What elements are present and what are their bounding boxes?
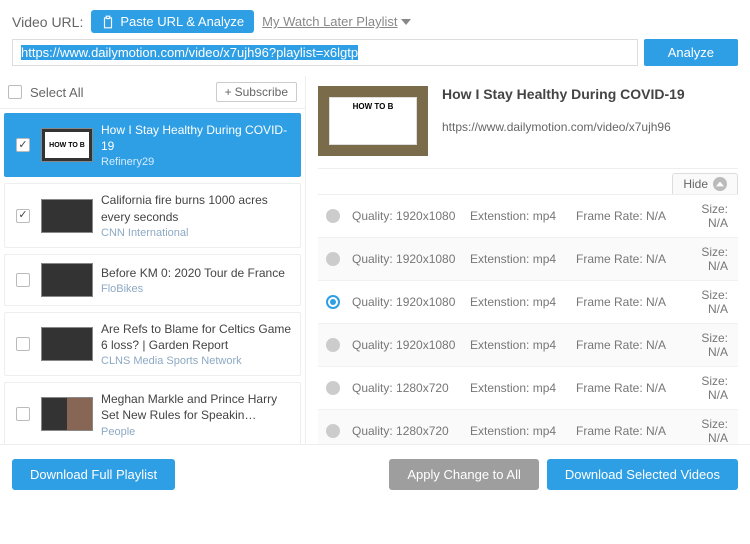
size-value: Size: N/A (684, 331, 734, 359)
video-thumbnail: HOW TO B (318, 86, 428, 156)
quality-value: Quality: 1920x1080 (352, 295, 470, 309)
item-thumbnail (41, 327, 93, 361)
plus-icon: + (225, 85, 232, 99)
item-channel: CLNS Media Sports Network (101, 355, 292, 367)
quality-row[interactable]: Quality: 1920x1080Extenstion: mp4Frame R… (318, 238, 738, 281)
quality-row[interactable]: Quality: 1920x1080Extenstion: mp4Frame R… (318, 195, 738, 238)
quality-radio[interactable] (326, 295, 340, 309)
framerate-value: Frame Rate: N/A (576, 252, 684, 266)
quality-value: Quality: 1920x1080 (352, 209, 470, 223)
list-item[interactable]: HOW TO B How I Stay Healthy During COVID-… (4, 113, 301, 177)
size-value: Size: N/A (684, 417, 734, 444)
quality-value: Quality: 1920x1080 (352, 252, 470, 266)
video-url: https://www.dailymotion.com/video/x7ujh9… (442, 120, 685, 134)
item-thumbnail (41, 397, 93, 431)
url-input[interactable]: https://www.dailymotion.com/video/x7ujh9… (12, 39, 638, 66)
list-item[interactable]: Before KM 0: 2020 Tour de France FloBikes (4, 254, 301, 306)
quality-radio[interactable] (326, 252, 340, 266)
quality-row[interactable]: Quality: 1280x720Extenstion: mp4Frame Ra… (318, 367, 738, 410)
paste-analyze-label: Paste URL & Analyze (120, 14, 244, 29)
select-all-checkbox[interactable] (8, 85, 22, 99)
extension-value: Extenstion: mp4 (470, 295, 576, 309)
quality-radio[interactable] (326, 424, 340, 438)
quality-radio[interactable] (326, 338, 340, 352)
thumbnail-text: HOW TO B (45, 132, 89, 158)
item-checkbox[interactable] (16, 273, 30, 287)
chevron-down-icon (401, 17, 411, 27)
watch-later-label: My Watch Later Playlist (262, 14, 397, 29)
item-thumbnail (41, 263, 93, 297)
quality-radio[interactable] (326, 381, 340, 395)
item-thumbnail: HOW TO B (41, 128, 93, 162)
hide-button[interactable]: Hide (672, 173, 738, 194)
download-playlist-button[interactable]: Download Full Playlist (12, 459, 175, 490)
quality-list: Quality: 1920x1080Extenstion: mp4Frame R… (318, 194, 738, 444)
item-checkbox[interactable] (16, 138, 30, 152)
quality-row[interactable]: Quality: 1280x720Extenstion: mp4Frame Ra… (318, 410, 738, 444)
paste-analyze-button[interactable]: Paste URL & Analyze (91, 10, 254, 33)
size-value: Size: N/A (684, 288, 734, 316)
extension-value: Extenstion: mp4 (470, 338, 576, 352)
item-channel: Refinery29 (101, 156, 292, 168)
quality-value: Quality: 1280x720 (352, 381, 470, 395)
url-input-value: https://www.dailymotion.com/video/x7ujh9… (21, 45, 358, 60)
item-checkbox[interactable] (16, 209, 30, 223)
quality-value: Quality: 1280x720 (352, 424, 470, 438)
size-value: Size: N/A (684, 202, 734, 230)
framerate-value: Frame Rate: N/A (576, 381, 684, 395)
subscribe-label: Subscribe (235, 85, 288, 99)
framerate-value: Frame Rate: N/A (576, 209, 684, 223)
thumbnail-text: HOW TO B (329, 97, 417, 145)
item-title: California fire burns 1000 acres every s… (101, 192, 292, 224)
hide-label: Hide (683, 177, 708, 191)
item-title: Are Refs to Blame for Celtics Game 6 los… (101, 321, 292, 353)
video-title: How I Stay Healthy During COVID-19 (442, 86, 685, 102)
chevron-up-icon (713, 177, 727, 191)
framerate-value: Frame Rate: N/A (576, 424, 684, 438)
quality-row[interactable]: Quality: 1920x1080Extenstion: mp4Frame R… (318, 281, 738, 324)
item-checkbox[interactable] (16, 337, 30, 351)
video-url-label: Video URL: (12, 14, 83, 30)
extension-value: Extenstion: mp4 (470, 381, 576, 395)
size-value: Size: N/A (684, 374, 734, 402)
select-all-label: Select All (30, 85, 216, 100)
quality-value: Quality: 1920x1080 (352, 338, 470, 352)
extension-value: Extenstion: mp4 (470, 252, 576, 266)
subscribe-button[interactable]: + Subscribe (216, 82, 297, 102)
extension-value: Extenstion: mp4 (470, 209, 576, 223)
list-item[interactable]: California fire burns 1000 acres every s… (4, 183, 301, 247)
item-checkbox[interactable] (16, 407, 30, 421)
framerate-value: Frame Rate: N/A (576, 295, 684, 309)
quality-row[interactable]: Quality: 1920x1080Extenstion: mp4Frame R… (318, 324, 738, 367)
download-selected-button[interactable]: Download Selected Videos (547, 459, 738, 490)
analyze-button[interactable]: Analyze (644, 39, 738, 66)
quality-radio[interactable] (326, 209, 340, 223)
size-value: Size: N/A (684, 245, 734, 273)
apply-all-button[interactable]: Apply Change to All (389, 459, 538, 490)
item-title: How I Stay Healthy During COVID-19 (101, 122, 292, 154)
clipboard-icon (101, 15, 115, 29)
list-item[interactable]: Meghan Markle and Prince Harry Set New R… (4, 382, 301, 444)
item-title: Before KM 0: 2020 Tour de France (101, 265, 292, 281)
list-item[interactable]: Are Refs to Blame for Celtics Game 6 los… (4, 312, 301, 376)
item-channel: CNN International (101, 227, 292, 239)
item-channel: People (101, 426, 292, 438)
framerate-value: Frame Rate: N/A (576, 338, 684, 352)
item-title: Meghan Markle and Prince Harry Set New R… (101, 391, 292, 423)
watch-later-link[interactable]: My Watch Later Playlist (262, 14, 410, 29)
item-channel: FloBikes (101, 283, 292, 295)
video-list[interactable]: HOW TO B How I Stay Healthy During COVID-… (0, 109, 305, 444)
item-thumbnail (41, 199, 93, 233)
extension-value: Extenstion: mp4 (470, 424, 576, 438)
